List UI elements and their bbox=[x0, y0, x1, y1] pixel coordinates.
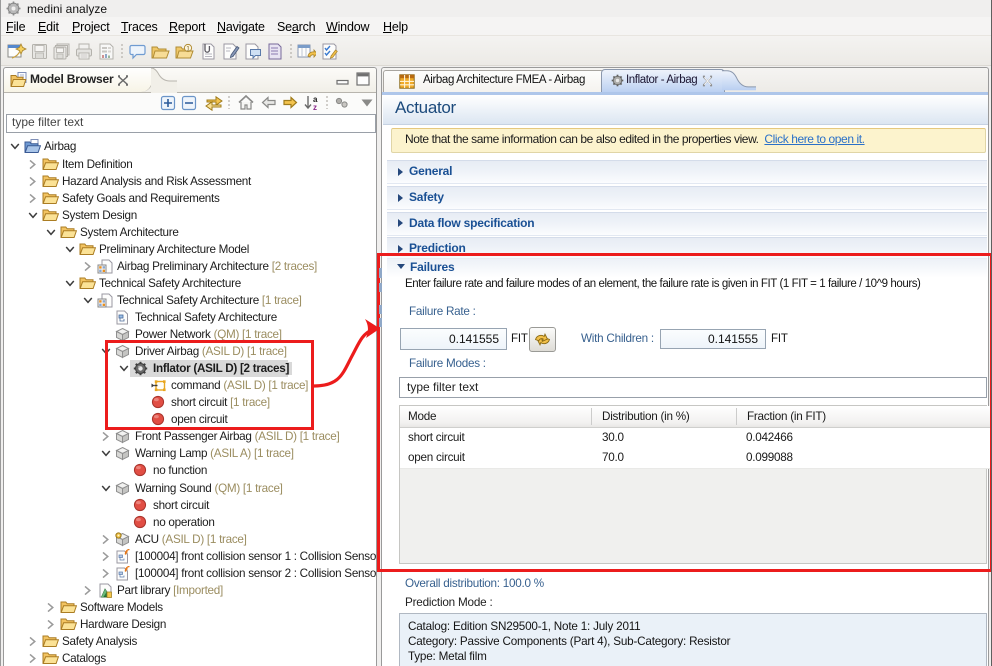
svg-text:z: z bbox=[313, 103, 317, 111]
svg-text:1: 1 bbox=[186, 45, 190, 52]
